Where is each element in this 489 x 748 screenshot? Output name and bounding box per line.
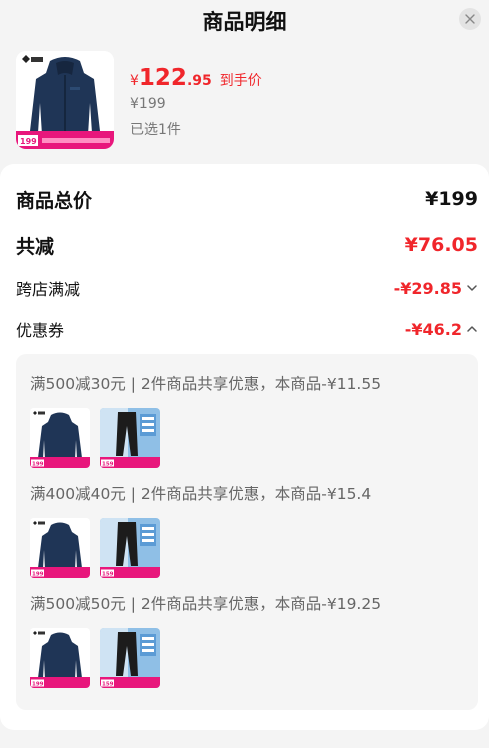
cross-store-label: 跨店满减 [16, 280, 81, 299]
price-detail-card: 商品总价 ¥199 共减 ¥76.05 跨店满减 -¥29.85 优惠券 -¥4… [0, 164, 489, 730]
product-thumbnail[interactable]: 199 [16, 51, 114, 149]
total-price-label: 商品总价 [16, 189, 93, 212]
cross-store-value: -¥29.85 [393, 278, 462, 298]
total-discount-value: ¥76.05 [404, 234, 478, 256]
pants-mini-thumbnail[interactable]: 159 [100, 518, 160, 578]
cross-store-discount-row[interactable]: 跨店满减 -¥29.85 [16, 276, 478, 300]
original-price: ¥199 [130, 96, 166, 112]
total-price-value: ¥199 [425, 188, 478, 210]
coupon-row[interactable]: 优惠券 -¥46.2 [16, 317, 478, 341]
mini-price: 159 [102, 682, 114, 688]
price-integer: 122 [138, 65, 187, 91]
price-decimal: .95 [186, 73, 212, 89]
close-icon [465, 14, 475, 24]
coupon-detail-panel: 满500减30元 | 2件商品共享优惠，本商品-¥11.55 199 159 满… [16, 354, 478, 710]
mini-price: 199 [32, 682, 44, 688]
coupon-item: 满400减40元 | 2件商品共享优惠，本商品-¥15.4 199 159 [30, 482, 470, 578]
total-discount-row: 共减 ¥76.05 [16, 232, 478, 258]
coupon-text: 满400减40元 | 2件商品共享优惠，本商品-¥15.4 [30, 485, 372, 503]
coupon-label: 优惠券 [16, 321, 65, 340]
chevron-down-icon[interactable] [466, 282, 478, 294]
selected-count: 已选1件 [130, 122, 181, 138]
jacket-mini-thumbnail[interactable]: 199 [30, 408, 90, 468]
mini-price: 199 [32, 572, 44, 578]
jacket-mini-thumbnail[interactable]: 199 [30, 518, 90, 578]
final-price: ¥ 122 .95 到手价 [130, 65, 262, 91]
mini-price: 159 [102, 572, 114, 578]
coupon-value: -¥46.2 [404, 319, 462, 339]
pants-mini-thumbnail[interactable]: 159 [100, 628, 160, 688]
jacket-mini-thumbnail[interactable]: 199 [30, 628, 90, 688]
thumb-price: 199 [20, 137, 37, 146]
coupon-item: 满500减50元 | 2件商品共享优惠，本商品-¥19.25 199 159 [30, 592, 470, 688]
sheet-header: 商品明细 [0, 0, 489, 40]
mini-price: 159 [102, 462, 114, 468]
total-discount-label: 共减 [16, 235, 55, 258]
price-tag: 到手价 [219, 73, 262, 89]
detail-sheet: 商品明细 199 ¥ 122 .95 到手价 ¥199 已选1件 商品总价 ¥1… [0, 0, 489, 748]
mini-price: 199 [32, 462, 44, 468]
currency-symbol: ¥ [130, 73, 139, 89]
close-button[interactable] [459, 8, 481, 30]
chevron-up-icon[interactable] [466, 323, 478, 335]
total-price-row: 商品总价 ¥199 [16, 186, 478, 212]
coupon-text: 满500减50元 | 2件商品共享优惠，本商品-¥19.25 [30, 595, 382, 613]
coupon-item: 满500减30元 | 2件商品共享优惠，本商品-¥11.55 199 159 [30, 372, 470, 468]
page-title: 商品明细 [202, 10, 287, 34]
coupon-text: 满500减30元 | 2件商品共享优惠，本商品-¥11.55 [30, 375, 382, 393]
product-summary: 199 ¥ 122 .95 到手价 ¥199 已选1件 [16, 51, 476, 151]
pants-mini-thumbnail[interactable]: 159 [100, 408, 160, 468]
